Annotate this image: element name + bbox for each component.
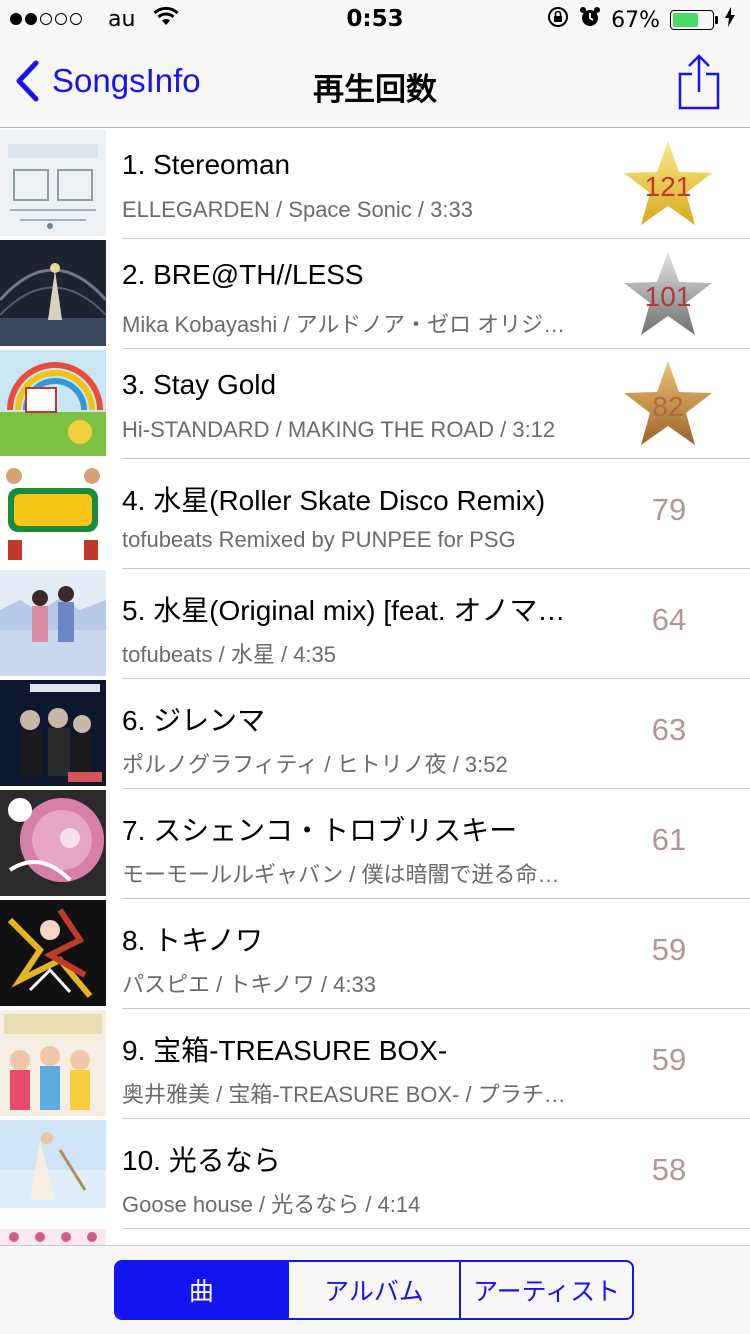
song-row-5[interactable]: 5. 水星(Original mix) [feat. オノマトペ大臣] tofu… (0, 569, 750, 679)
song-row-3[interactable]: 3. Stay Gold Hi-STANDARD / MAKING THE RO… (0, 349, 750, 459)
song-row-4[interactable]: 4. 水星(Roller Skate Disco Remix) tofubeat… (0, 459, 750, 569)
album-art (0, 130, 106, 236)
song-subtitle: ポルノグラフィティ / ヒトリノ夜 / 3:52 (122, 752, 508, 777)
song-subtitle: パスピエ / トキノワ / 4:33 (122, 972, 376, 997)
song-row-10[interactable]: 10. 光るなら Goose house / 光るなら / 4:14 58 (0, 1119, 750, 1229)
segment-artists[interactable]: アーティスト (461, 1262, 632, 1318)
battery-icon (670, 10, 718, 30)
song-list: 1. Stereoman ELLEGARDEN / Space Sonic / … (0, 129, 750, 1245)
song-subtitle: 奥井雅美 / 宝箱-TREASURE BOX- / プラチナセット (122, 1082, 567, 1107)
song-row-8[interactable]: 8. トキノワ パスピエ / トキノワ / 4:33 59 (0, 899, 750, 1009)
album-art (0, 1229, 106, 1245)
song-title: 5. 水星(Original mix) [feat. オノマトペ大臣] (122, 595, 592, 626)
song-subtitle: tofubeats / 水星 / 4:35 (122, 642, 337, 667)
play-count: 64 (651, 602, 687, 637)
gold-star-badge: 121 (622, 139, 714, 229)
segmented-control: 曲 アルバム アーティスト (114, 1260, 634, 1320)
song-title: 1. Stereoman (122, 149, 291, 180)
alarm-icon (579, 6, 601, 34)
share-icon (678, 54, 720, 110)
play-count: 58 (651, 1152, 687, 1187)
album-art (0, 240, 106, 346)
album-art (0, 350, 106, 456)
album-art (0, 570, 106, 676)
song-subtitle: ELLEGARDEN / Space Sonic / 3:33 (122, 197, 473, 222)
song-row-1[interactable]: 1. Stereoman ELLEGARDEN / Space Sonic / … (0, 129, 750, 239)
song-subtitle: Hi-STANDARD / MAKING THE ROAD / 3:12 (122, 417, 556, 442)
song-title: 10. 光るなら (122, 1145, 281, 1176)
song-subtitle: Goose house / 光るなら / 4:14 (122, 1192, 421, 1217)
song-row-7[interactable]: 7. スシェンコ・トロブリスキー モーモールルギャバン / 僕は暗闇で迸る命その… (0, 789, 750, 899)
song-row-9[interactable]: 9. 宝箱-TREASURE BOX- 奥井雅美 / 宝箱-TREASURE B… (0, 1009, 750, 1119)
play-count: 61 (651, 822, 687, 857)
song-subtitle: tofubeats Remixed by PUNPEE for PSG (122, 527, 516, 552)
battery-percent: 67% (611, 7, 660, 33)
song-title: 7. スシェンコ・トロブリスキー (122, 815, 518, 846)
bronze-star-badge: 82 (622, 359, 714, 449)
navigation-bar: SongsInfo 再生回数 (0, 40, 750, 128)
song-row-6[interactable]: 6. ジレンマ ポルノグラフィティ / ヒトリノ夜 / 3:52 63 (0, 679, 750, 789)
segment-songs[interactable]: 曲 (116, 1262, 289, 1318)
status-bar: au 0:53 67% (0, 0, 750, 40)
play-count: 79 (651, 492, 687, 527)
song-title: 9. 宝箱-TREASURE BOX- (122, 1035, 448, 1066)
play-count: 101 (644, 281, 692, 312)
album-art (0, 680, 106, 786)
song-title: 8. トキノワ (122, 925, 264, 956)
back-button[interactable]: SongsInfo (14, 60, 201, 102)
battery-level (673, 13, 699, 27)
play-count: 82 (652, 391, 684, 422)
album-art (0, 900, 106, 1006)
bottom-toolbar: 曲 アルバム アーティスト (0, 1245, 750, 1334)
song-row-2[interactable]: 2. BRE@TH//LESS Mika Kobayashi / アルドノア・ゼ… (0, 239, 750, 349)
song-subtitle: モーモールルギャバン / 僕は暗闇で迸る命そのもの (122, 862, 567, 887)
song-subtitle: Mika Kobayashi / アルドノア・ゼロ オリジナルサウンドトラック (122, 312, 567, 337)
song-title: 4. 水星(Roller Skate Disco Remix) (122, 485, 546, 516)
album-art (0, 1010, 106, 1116)
chevron-left-icon (16, 60, 39, 102)
play-count: 121 (644, 171, 692, 202)
status-right: 67% (547, 6, 736, 34)
charging-icon (724, 7, 736, 33)
play-count: 59 (651, 1042, 687, 1077)
album-art (0, 460, 106, 566)
song-title: 6. ジレンマ (122, 705, 266, 736)
play-count: 63 (651, 712, 687, 747)
silver-star-badge: 101 (622, 249, 714, 339)
song-title: 3. Stay Gold (122, 369, 277, 400)
play-count: 59 (651, 932, 687, 967)
album-art (0, 1120, 106, 1226)
back-button-label: SongsInfo (52, 62, 201, 99)
album-art (0, 790, 106, 896)
share-button[interactable] (678, 54, 720, 110)
song-title: 2. BRE@TH//LESS (122, 259, 364, 290)
segment-albums[interactable]: アルバム (289, 1262, 462, 1318)
orientation-lock-icon (547, 6, 569, 34)
